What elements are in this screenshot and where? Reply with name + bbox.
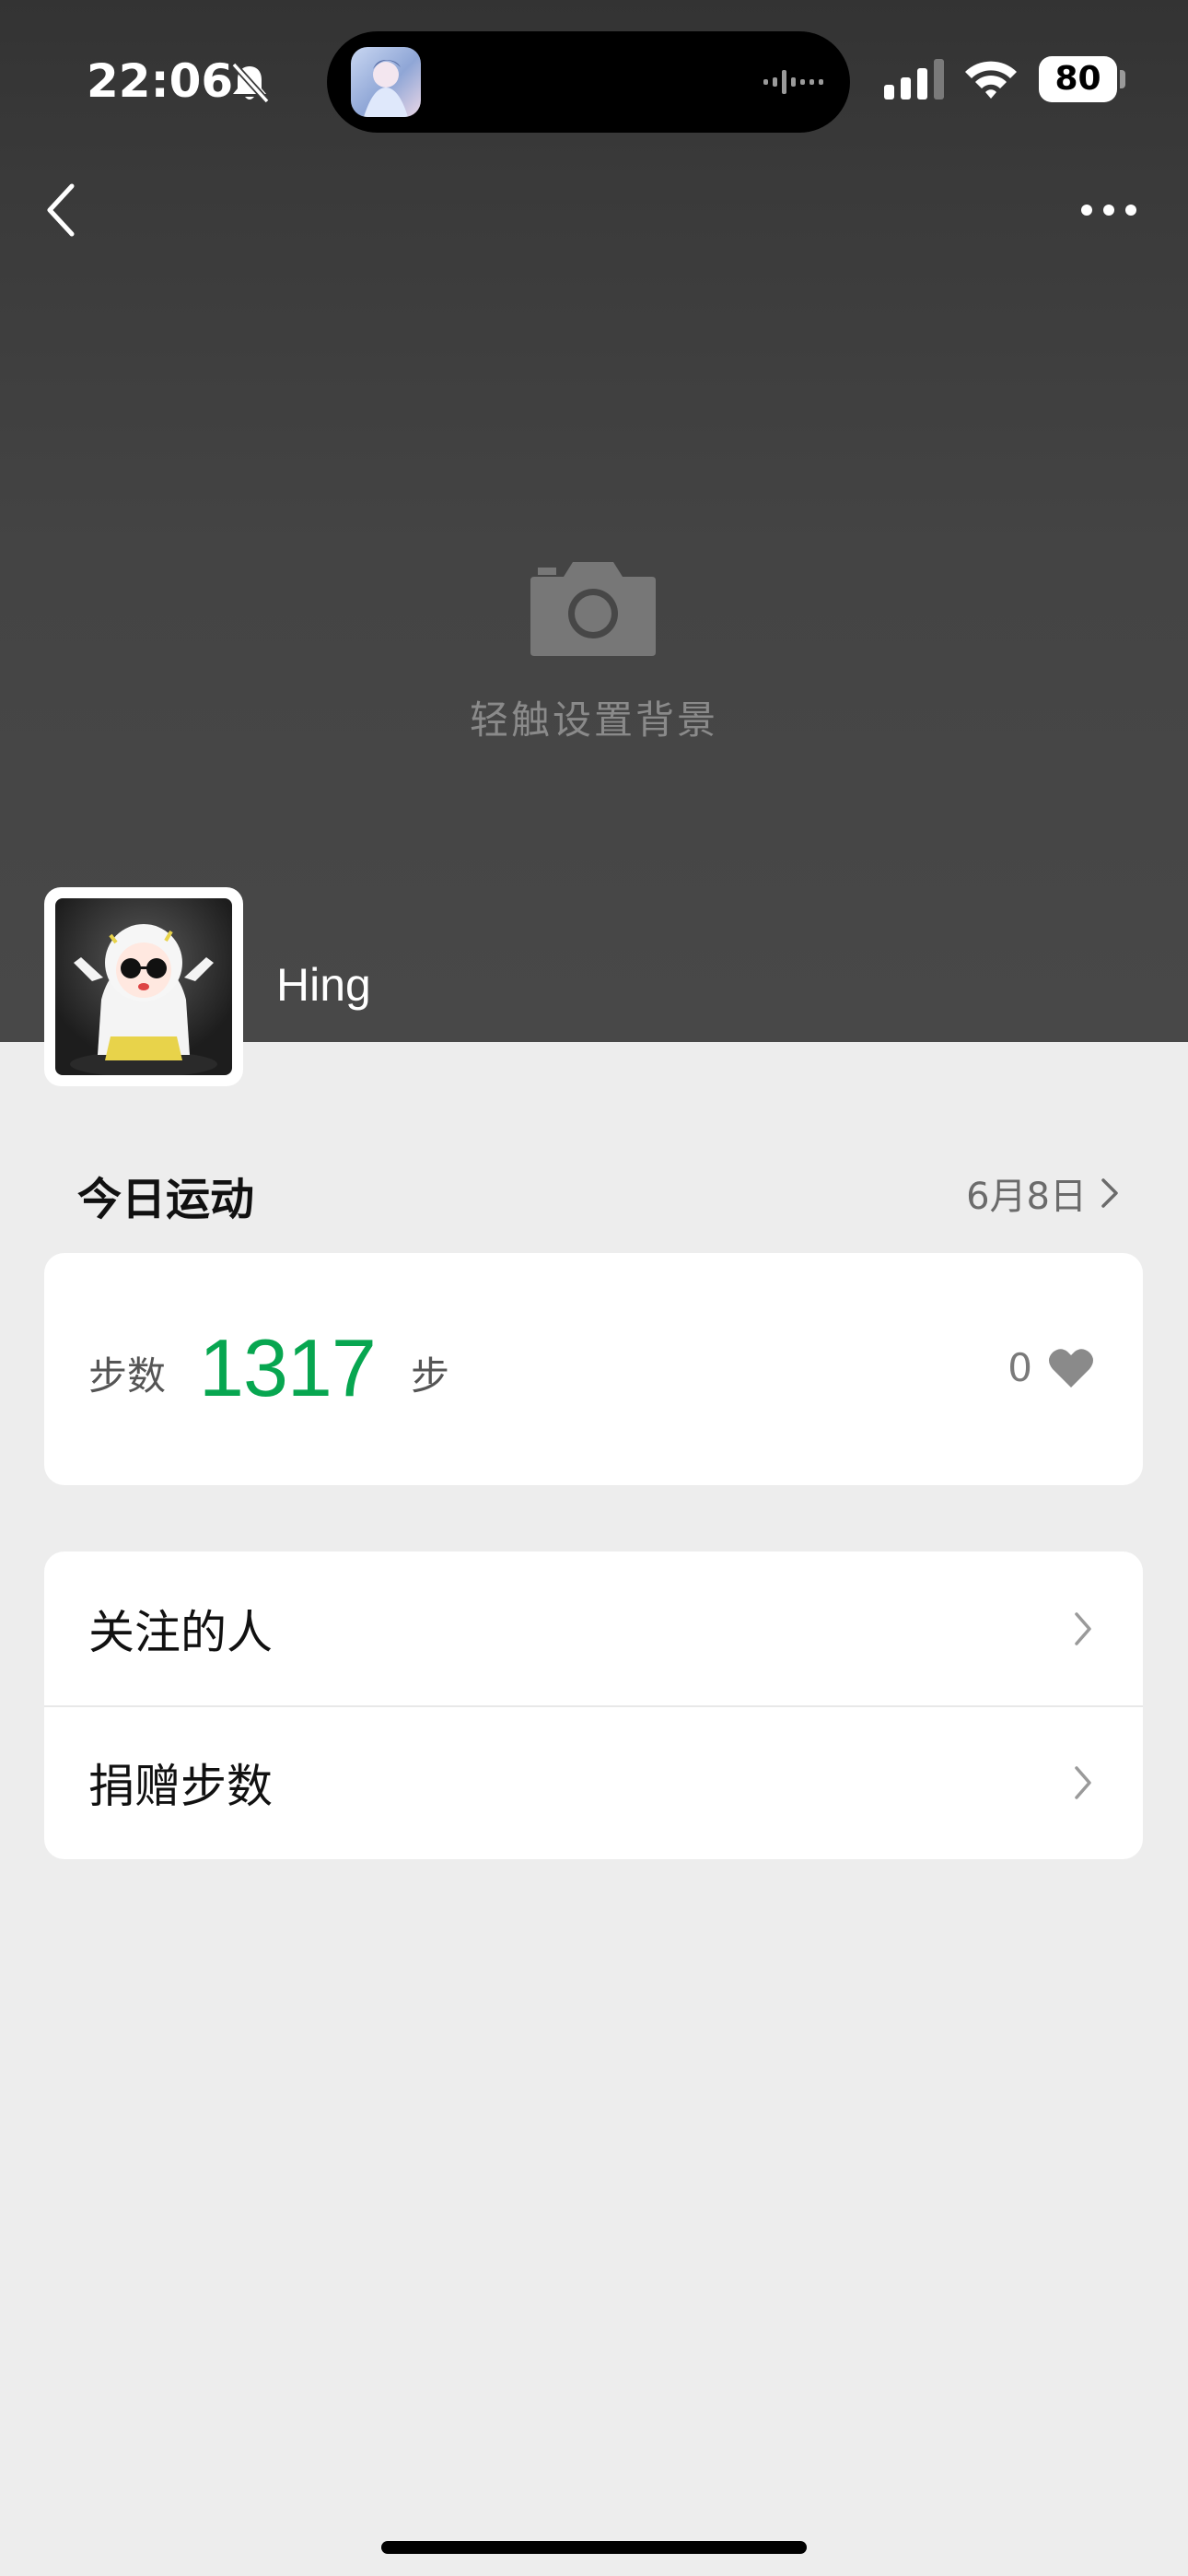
now-playing-app-icon <box>351 47 421 117</box>
date-selector[interactable]: 6月8日 <box>966 1166 1120 1220</box>
steps-card[interactable]: 步数 1317 步 0 <box>44 1253 1143 1485</box>
steps-value: 1317 <box>199 1322 377 1413</box>
status-time: 22:06 <box>87 54 234 108</box>
chevron-right-icon <box>1101 1178 1118 1208</box>
menu-item-donate-steps[interactable]: 捐赠步数 <box>44 1705 1143 1859</box>
menu-item-following[interactable]: 关注的人 <box>44 1551 1143 1705</box>
menu-card: 关注的人 捐赠步数 <box>44 1551 1143 1859</box>
bell-slash-icon <box>231 62 270 104</box>
menu-item-label: 关注的人 <box>88 1605 273 1659</box>
menu-item-label: 捐赠步数 <box>88 1759 273 1813</box>
battery-tip <box>1120 70 1125 88</box>
chevron-right-icon <box>1075 1612 1091 1645</box>
avatar[interactable] <box>44 887 243 1086</box>
wifi-icon <box>965 61 1017 99</box>
steps-unit: 步 <box>411 1353 450 1399</box>
signal-icon <box>884 59 944 100</box>
heart-icon[interactable] <box>1047 1347 1095 1389</box>
home-indicator[interactable] <box>381 2541 807 2554</box>
profile-cover[interactable] <box>0 0 1188 1042</box>
chevron-right-icon <box>1075 1766 1091 1799</box>
today-exercise-title: 今日运动 <box>77 1174 255 1225</box>
steps-label: 步数 <box>88 1353 167 1399</box>
battery-indicator: 80 <box>1039 56 1117 102</box>
chevron-left-icon[interactable] <box>42 181 79 240</box>
dynamic-island[interactable] <box>327 31 850 133</box>
user-name: Hing <box>276 959 371 1011</box>
audio-wave-icon <box>763 70 823 94</box>
avatar-image <box>55 898 232 1075</box>
set-background-hint[interactable]: 轻触设置背景 <box>364 689 824 745</box>
camera-icon[interactable] <box>530 558 656 656</box>
more-dots-icon[interactable] <box>1079 201 1138 219</box>
likes-count: 0 <box>1007 1345 1032 1390</box>
date-label: 6月8日 <box>966 1176 1087 1218</box>
